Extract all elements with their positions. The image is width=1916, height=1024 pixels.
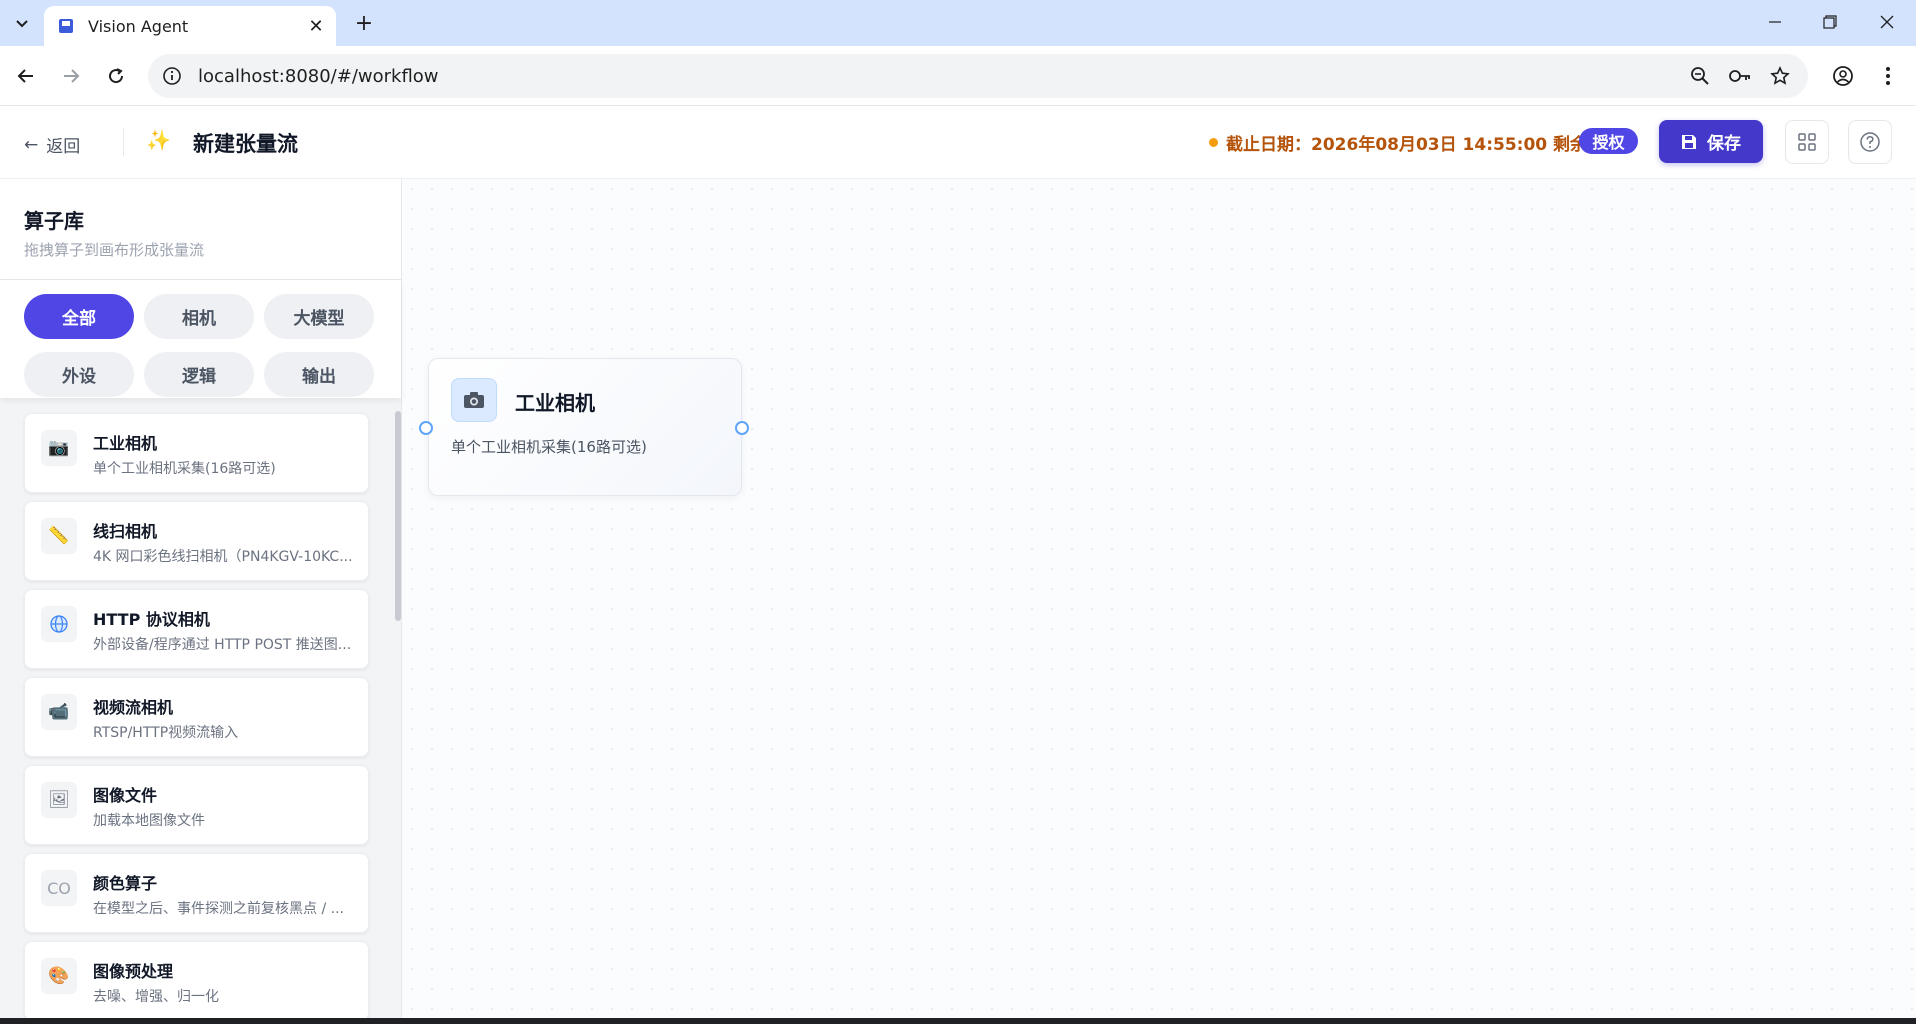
camera-icon: 📷 — [41, 430, 77, 466]
new-tab-plus-icon[interactable]: + — [350, 9, 378, 37]
deadline-text: 截止日期：2026年08月03日 14:55:00 剩余1天 — [1226, 135, 1616, 155]
header-divider — [123, 128, 124, 156]
operator-name: 视频流相机 — [93, 698, 174, 717]
profile-icon[interactable] — [1827, 60, 1859, 92]
save-label: 保存 — [1707, 134, 1741, 154]
flow-title[interactable]: 新建张量流 — [193, 128, 298, 158]
taskbar-strip — [0, 1018, 1916, 1024]
back-arrow-icon[interactable] — [10, 60, 42, 92]
operator-name: HTTP 协议相机 — [93, 610, 210, 629]
save-button[interactable]: 保存 — [1659, 120, 1763, 163]
ruler-icon: 📏 — [41, 518, 77, 554]
canvas-node-industrial-camera[interactable]: 工业相机 单个工业相机采集(16路可选) — [428, 358, 742, 496]
operator-list-scrollbar[interactable] — [395, 411, 401, 621]
operator-name: 图像文件 — [93, 786, 158, 805]
url-text: localhost:8080/#/workflow — [198, 65, 439, 87]
operator-list[interactable]: 📷 工业相机 单个工业相机采集(16路可选) 📏 线扫相机 4K 网口彩色线扫相… — [0, 399, 401, 1024]
authorize-button[interactable]: 授权 — [1579, 128, 1638, 154]
filter-chip-camera[interactable]: 相机 — [144, 294, 254, 339]
operator-desc: 加载本地图像文件 — [93, 813, 205, 829]
layout-grid-button[interactable] — [1785, 120, 1829, 164]
color-operator-icon: CO — [41, 870, 77, 906]
filter-chips: 全部 相机 大模型 外设 逻辑 输出 — [0, 280, 401, 398]
workflow-canvas[interactable]: 工业相机 单个工业相机采集(16路可选) — [402, 179, 1916, 1018]
operator-desc: 在模型之后、事件探测之前复核黑点 / ... — [93, 901, 344, 917]
license-deadline: 截止日期：2026年08月03日 14:55:00 剩余1天 — [1209, 130, 1616, 155]
operator-desc: 去噪、增强、归一化 — [93, 989, 219, 1005]
tab-search-chevron-icon[interactable] — [8, 9, 36, 37]
operator-desc: 单个工业相机采集(16路可选) — [93, 461, 276, 477]
tab-close-icon[interactable]: ✕ — [302, 12, 330, 40]
library-header: 算子库 拖拽算子到画布形成张量流 — [0, 179, 401, 280]
operator-name: 颜色算子 — [93, 874, 158, 893]
operator-card-image-file[interactable]: 🖼 图像文件 加载本地图像文件 — [24, 765, 369, 845]
node-title: 工业相机 — [515, 391, 595, 415]
address-bar[interactable]: localhost:8080/#/workflow — [148, 54, 1808, 98]
reload-icon[interactable] — [100, 60, 132, 92]
tab-title: Vision Agent — [88, 16, 189, 36]
filter-chip-llm[interactable]: 大模型 — [264, 294, 374, 339]
operator-card-line-scan-camera[interactable]: 📏 线扫相机 4K 网口彩色线扫相机（PN4KGV-10KC... — [24, 501, 369, 581]
filter-chip-output[interactable]: 输出 — [264, 352, 374, 397]
operator-card-image-preprocess[interactable]: 🎨 图像预处理 去噪、增强、归一化 — [24, 941, 369, 1021]
operator-name: 图像预处理 — [93, 962, 174, 981]
operator-card-video-stream-camera[interactable]: 📹 视频流相机 RTSP/HTTP视频流输入 — [24, 677, 369, 757]
site-info-icon[interactable] — [162, 66, 182, 86]
node-desc: 单个工业相机采集(16路可选) — [451, 438, 647, 456]
app-header: ← 返回 ✨ 新建张量流 截止日期：2026年08月03日 14:55:00 剩… — [0, 106, 1916, 179]
browser-tab-bar: Vision Agent ✕ + — [0, 0, 1916, 46]
vision-agent-favicon-icon — [59, 19, 73, 33]
camera-icon — [451, 378, 497, 422]
sparkle-icon: ✨ — [146, 128, 171, 152]
help-icon — [1860, 132, 1880, 152]
filter-chip-peripheral[interactable]: 外设 — [24, 352, 134, 397]
operator-card-industrial-camera[interactable]: 📷 工业相机 单个工业相机采集(16路可选) — [24, 413, 369, 493]
window-restore-icon[interactable] — [1805, 6, 1855, 38]
node-input-port[interactable] — [419, 421, 433, 435]
zoom-icon[interactable] — [1688, 64, 1712, 88]
grid-icon — [1798, 133, 1816, 151]
floppy-disk-icon — [1682, 134, 1696, 149]
library-subtitle: 拖拽算子到画布形成张量流 — [24, 241, 205, 259]
operator-desc: RTSP/HTTP视频流输入 — [93, 725, 239, 741]
back-button[interactable]: ← 返回 — [24, 132, 81, 158]
window-minimize-icon[interactable] — [1750, 6, 1800, 38]
forward-arrow-icon[interactable] — [55, 60, 87, 92]
operator-name: 工业相机 — [93, 434, 158, 453]
palette-icon: 🎨 — [41, 958, 77, 994]
operator-desc: 4K 网口彩色线扫相机（PN4KGV-10KC... — [93, 549, 353, 565]
node-output-port[interactable] — [735, 421, 749, 435]
window-close-icon[interactable] — [1862, 6, 1912, 38]
globe-icon — [41, 606, 77, 642]
operator-library-sidebar: 算子库 拖拽算子到画布形成张量流 全部 相机 大模型 外设 逻辑 输出 📷 工业… — [0, 179, 402, 1024]
operator-desc: 外部设备/程序通过 HTTP POST 推送图... — [93, 637, 352, 653]
password-key-icon[interactable] — [1728, 64, 1752, 88]
deadline-status-dot — [1209, 138, 1218, 147]
image-icon: 🖼 — [41, 782, 77, 818]
video-camera-icon: 📹 — [41, 694, 77, 730]
library-title: 算子库 — [24, 209, 84, 233]
filter-chip-all[interactable]: 全部 — [24, 294, 134, 339]
filter-chip-logic[interactable]: 逻辑 — [144, 352, 254, 397]
browser-tab-active[interactable]: Vision Agent ✕ — [44, 6, 336, 46]
operator-card-color-operator[interactable]: CO 颜色算子 在模型之后、事件探测之前复核黑点 / ... — [24, 853, 369, 933]
help-button[interactable] — [1848, 120, 1892, 164]
browser-toolbar: localhost:8080/#/workflow — [0, 46, 1916, 106]
back-label: 返回 — [46, 137, 81, 157]
operator-card-http-camera[interactable]: HTTP 协议相机 外部设备/程序通过 HTTP POST 推送图... — [24, 589, 369, 669]
browser-menu-icon[interactable] — [1872, 60, 1904, 92]
operator-name: 线扫相机 — [93, 522, 158, 541]
back-arrow-icon: ← — [24, 134, 39, 155]
bookmark-star-icon[interactable] — [1768, 64, 1792, 88]
